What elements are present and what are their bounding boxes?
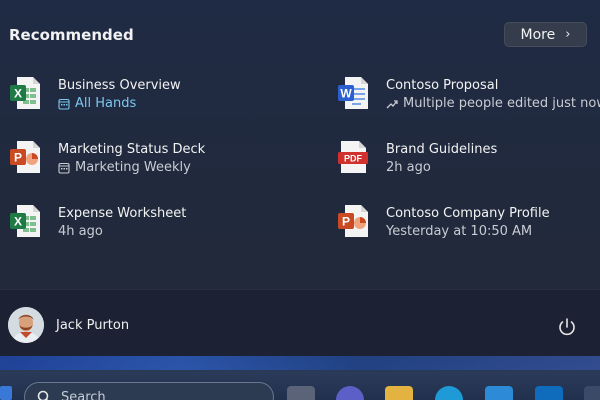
item-name: Brand Guidelines xyxy=(386,142,498,157)
wallpaper-strip xyxy=(0,356,600,370)
item-subtitle: 2h ago xyxy=(386,160,431,175)
recommended-item-contoso-proposal[interactable]: W Contoso Proposal Multiple people edite… xyxy=(337,76,600,128)
power-icon xyxy=(559,318,575,336)
calendar-icon xyxy=(58,98,70,110)
pdf-file-icon: PDF xyxy=(338,141,368,173)
item-name: Business Overview xyxy=(58,78,181,93)
taskbar-search-box[interactable]: Search xyxy=(24,382,274,400)
svg-text:X: X xyxy=(14,87,22,101)
user-name[interactable]: Jack Purton xyxy=(56,318,129,333)
recommended-heading: Recommended xyxy=(9,26,134,44)
item-name: Marketing Status Deck xyxy=(58,142,206,157)
powerpoint-file-icon: P xyxy=(338,205,368,237)
item-subtitle: Marketing Weekly xyxy=(75,160,191,175)
powerpoint-file-icon: P xyxy=(10,141,40,173)
power-button[interactable] xyxy=(553,313,581,341)
item-name: Expense Worksheet xyxy=(58,206,187,221)
recommended-item-expense-worksheet[interactable]: X Expense Worksheet 4h ago xyxy=(9,204,289,256)
item-subtitle: 4h ago xyxy=(58,224,103,239)
svg-text:P: P xyxy=(14,151,22,165)
more-button[interactable]: More › xyxy=(504,22,587,47)
word-file-icon: W xyxy=(338,77,368,109)
app-icon[interactable] xyxy=(584,386,600,400)
calendar-icon xyxy=(58,162,70,174)
item-name: Contoso Proposal xyxy=(386,78,499,93)
recommended-item-business-overview[interactable]: X Business Overview All Hands xyxy=(9,76,289,128)
recommended-item-contoso-company-profile[interactable]: P Contoso Company Profile Yesterday at 1… xyxy=(337,204,600,256)
search-placeholder: Search xyxy=(61,389,106,400)
search-icon xyxy=(37,390,49,400)
task-view-icon[interactable] xyxy=(287,386,315,400)
item-subtitle[interactable]: All Hands xyxy=(75,95,136,113)
trend-icon xyxy=(386,100,398,109)
excel-file-icon: X xyxy=(10,77,40,109)
file-explorer-icon[interactable] xyxy=(385,386,413,400)
start-button[interactable] xyxy=(0,386,12,400)
item-subtitle: Yesterday at 10:50 AM xyxy=(386,224,533,239)
svg-text:W: W xyxy=(340,87,352,101)
item-name: Contoso Company Profile xyxy=(386,206,550,221)
recommended-item-marketing-status-deck[interactable]: P Marketing Status Deck Marketing Weekly xyxy=(9,140,289,192)
outlook-icon[interactable] xyxy=(535,386,563,400)
excel-file-icon: X xyxy=(10,205,40,237)
recommended-item-brand-guidelines[interactable]: PDF Brand Guidelines 2h ago xyxy=(337,140,600,192)
more-label: More xyxy=(520,26,556,43)
chevron-right-icon: › xyxy=(565,27,571,42)
user-photo-icon xyxy=(8,307,44,343)
pdf-badge-label: PDF xyxy=(344,154,363,164)
store-icon[interactable] xyxy=(485,386,513,400)
user-avatar[interactable] xyxy=(8,307,44,343)
svg-text:P: P xyxy=(342,215,350,229)
item-subtitle: Multiple people edited just now xyxy=(403,96,600,111)
svg-text:X: X xyxy=(14,215,22,229)
